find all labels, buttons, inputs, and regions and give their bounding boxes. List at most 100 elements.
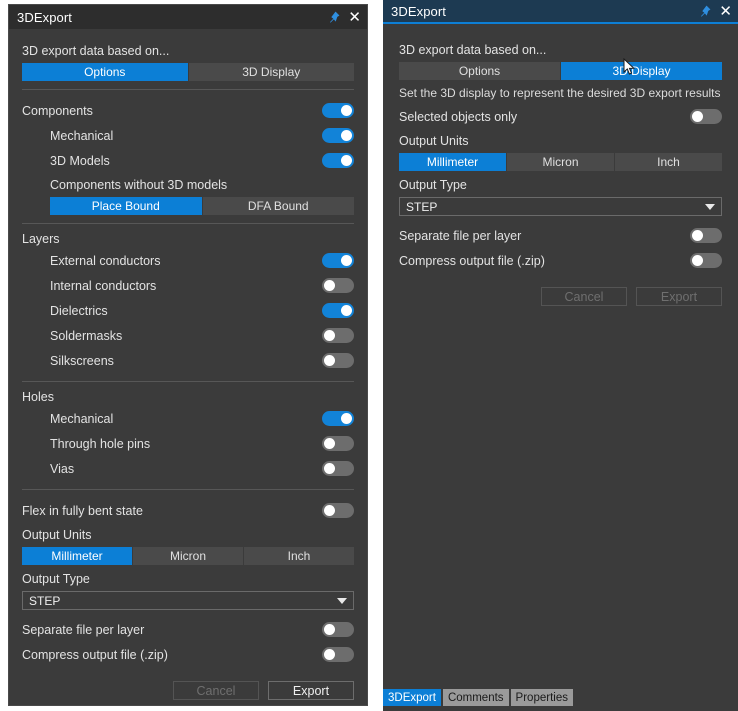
components-3dmodels-row: 3D Models bbox=[22, 148, 354, 173]
layers-dielectrics-toggle[interactable] bbox=[322, 303, 354, 318]
output-type-label: Output Type bbox=[22, 572, 90, 586]
divider bbox=[22, 223, 354, 224]
layers-silkscreens-row: Silkscreens bbox=[22, 348, 354, 373]
bound-segmented-control: Place Bound DFA Bound bbox=[50, 197, 354, 215]
layers-dielectrics-label: Dielectrics bbox=[50, 303, 108, 318]
components-row: Components bbox=[22, 98, 354, 123]
3dexport-panel-3d-display: 3DExport ✕ 3D export data based on... Op… bbox=[383, 0, 738, 711]
cancel-button: Cancel bbox=[541, 287, 627, 306]
selected-objects-only-row: Selected objects only bbox=[399, 104, 722, 129]
divider bbox=[22, 489, 354, 490]
separate-file-label: Separate file per layer bbox=[399, 228, 522, 243]
holes-vias-row: Vias bbox=[22, 456, 354, 481]
segment-dfa-bound[interactable]: DFA Bound bbox=[202, 197, 354, 215]
output-units-label: Output Units bbox=[399, 134, 469, 148]
left-panel-body: 3D export data based on... Options 3D Di… bbox=[9, 29, 367, 705]
separate-file-toggle[interactable] bbox=[690, 228, 722, 243]
components-without-3d-models-label: Components without 3D models bbox=[50, 178, 228, 192]
based-on-tabs: Options 3D Display bbox=[22, 63, 354, 81]
layers-soldermasks-row: Soldermasks bbox=[22, 323, 354, 348]
segment-micron[interactable]: Micron bbox=[507, 153, 615, 171]
segment-micron[interactable]: Micron bbox=[133, 547, 244, 565]
bottom-tab-3dexport[interactable]: 3DExport bbox=[383, 689, 441, 706]
based-on-label: 3D export data based on... bbox=[399, 43, 547, 57]
selected-objects-only-toggle[interactable] bbox=[690, 109, 722, 124]
segment-millimeter[interactable]: Millimeter bbox=[399, 153, 507, 171]
layers-soldermasks-toggle[interactable] bbox=[322, 328, 354, 343]
right-button-row: Cancel Export bbox=[399, 287, 722, 306]
left-button-row: Cancel Export bbox=[22, 681, 354, 700]
segment-inch[interactable]: Inch bbox=[244, 547, 354, 565]
layers-dielectrics-row: Dielectrics bbox=[22, 298, 354, 323]
holes-mechanical-row: Mechanical bbox=[22, 406, 354, 431]
holes-vias-label: Vias bbox=[50, 461, 75, 476]
tab-3d-display[interactable]: 3D Display bbox=[188, 63, 354, 81]
left-panel-titlebar: 3DExport ✕ bbox=[9, 5, 367, 29]
layers-internal-conductors-toggle[interactable] bbox=[322, 278, 354, 293]
left-panel-title: 3DExport bbox=[17, 9, 72, 25]
chevron-down-icon bbox=[705, 203, 715, 210]
output-units-segmented-control: Millimeter Micron Inch bbox=[22, 547, 354, 565]
layers-silkscreens-label: Silkscreens bbox=[50, 353, 114, 368]
components-mechanical-toggle[interactable] bbox=[322, 128, 354, 143]
separate-file-row: Separate file per layer bbox=[399, 223, 722, 248]
components-mechanical-label: Mechanical bbox=[50, 128, 114, 143]
pin-icon[interactable] bbox=[327, 11, 340, 24]
holes-vias-toggle[interactable] bbox=[322, 461, 354, 476]
components-label: Components bbox=[22, 103, 93, 118]
compress-file-label: Compress output file (.zip) bbox=[22, 647, 168, 662]
output-type-value: STEP bbox=[29, 593, 61, 608]
holes-header: Holes bbox=[22, 390, 54, 404]
tab-options[interactable]: Options bbox=[399, 62, 561, 80]
compress-file-toggle[interactable] bbox=[690, 253, 722, 268]
bottom-tab-strip: 3DExport Comments Properties bbox=[383, 689, 738, 706]
output-units-label: Output Units bbox=[22, 528, 92, 542]
layers-soldermasks-label: Soldermasks bbox=[50, 328, 123, 343]
based-on-label: 3D export data based on... bbox=[22, 44, 170, 58]
cancel-button: Cancel bbox=[173, 681, 259, 700]
layers-header: Layers bbox=[22, 232, 60, 246]
components-3dmodels-toggle[interactable] bbox=[322, 153, 354, 168]
pin-icon[interactable] bbox=[698, 5, 711, 18]
segment-place-bound[interactable]: Place Bound bbox=[50, 197, 203, 215]
3d-display-help-text: Set the 3D display to represent the desi… bbox=[399, 86, 721, 100]
flex-bent-state-label: Flex in fully bent state bbox=[22, 503, 143, 518]
flex-bent-state-toggle[interactable] bbox=[322, 503, 354, 518]
separate-file-toggle[interactable] bbox=[322, 622, 354, 637]
layers-silkscreens-toggle[interactable] bbox=[322, 353, 354, 368]
output-type-dropdown[interactable]: STEP bbox=[22, 591, 354, 610]
segment-inch[interactable]: Inch bbox=[615, 153, 722, 171]
3dexport-panel-options: 3DExport ✕ 3D export data based on... Op… bbox=[8, 4, 368, 706]
output-type-dropdown[interactable]: STEP bbox=[399, 197, 722, 216]
compress-file-label: Compress output file (.zip) bbox=[399, 253, 545, 268]
compress-file-toggle[interactable] bbox=[322, 647, 354, 662]
holes-through-hole-pins-label: Through hole pins bbox=[50, 436, 151, 451]
close-icon[interactable]: ✕ bbox=[719, 4, 732, 19]
output-type-label: Output Type bbox=[399, 178, 467, 192]
export-button[interactable]: Export bbox=[268, 681, 354, 700]
output-type-value: STEP bbox=[406, 199, 438, 214]
layers-external-conductors-toggle[interactable] bbox=[322, 253, 354, 268]
compress-file-row: Compress output file (.zip) bbox=[22, 642, 354, 667]
holes-through-hole-pins-toggle[interactable] bbox=[322, 436, 354, 451]
based-on-tabs: Options 3D Display bbox=[399, 62, 722, 80]
holes-mechanical-label: Mechanical bbox=[50, 411, 114, 426]
segment-millimeter[interactable]: Millimeter bbox=[22, 547, 133, 565]
close-icon[interactable]: ✕ bbox=[348, 10, 361, 25]
layers-internal-conductors-label: Internal conductors bbox=[50, 278, 157, 293]
separate-file-row: Separate file per layer bbox=[22, 617, 354, 642]
export-button: Export bbox=[636, 287, 722, 306]
holes-through-hole-pins-row: Through hole pins bbox=[22, 431, 354, 456]
holes-mechanical-toggle[interactable] bbox=[322, 411, 354, 426]
components-mechanical-row: Mechanical bbox=[22, 123, 354, 148]
right-panel-title: 3DExport bbox=[391, 3, 446, 19]
components-toggle[interactable] bbox=[322, 103, 354, 118]
divider bbox=[22, 89, 354, 90]
tab-options[interactable]: Options bbox=[22, 63, 189, 81]
right-panel-titlebar: 3DExport ✕ bbox=[383, 0, 738, 24]
flex-bent-state-row: Flex in fully bent state bbox=[22, 498, 354, 523]
tab-3d-display[interactable]: 3D Display bbox=[561, 62, 722, 80]
bottom-tab-properties[interactable]: Properties bbox=[510, 689, 573, 706]
selected-objects-only-label: Selected objects only bbox=[399, 109, 518, 124]
bottom-tab-comments[interactable]: Comments bbox=[442, 689, 509, 706]
